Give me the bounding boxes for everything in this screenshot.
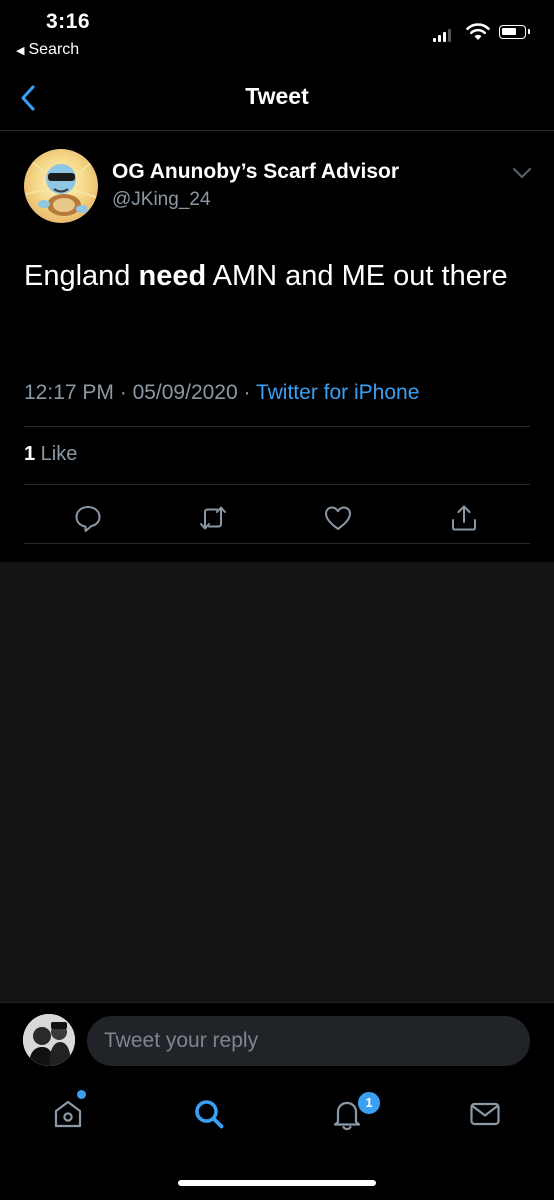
tweet-date: 05/09/2020 — [132, 381, 238, 404]
likes-count: 1 — [24, 443, 36, 465]
home-indicator[interactable] — [178, 1180, 376, 1186]
author-handle[interactable]: @JKing_24 — [112, 189, 211, 211]
tab-search[interactable] — [189, 1094, 229, 1134]
chevron-down-icon[interactable] — [512, 166, 532, 180]
tweet-source-link[interactable]: Twitter for iPhone — [256, 381, 419, 404]
meta-separator: · — [237, 381, 256, 404]
status-time: 3:16 — [46, 10, 91, 33]
tweet-time: 12:17 PM — [24, 381, 114, 404]
notification-badge: 1 — [356, 1090, 382, 1116]
author-avatar[interactable] — [24, 149, 98, 223]
tweet-meta: 12:17 PM · 05/09/2020 · Twitter for iPho… — [24, 381, 419, 405]
home-unread-dot — [77, 1090, 86, 1099]
reply-icon[interactable] — [73, 503, 103, 533]
share-icon[interactable] — [449, 503, 479, 533]
back-to-app-link[interactable]: ◀ Search — [16, 41, 79, 59]
messages-icon — [470, 1102, 500, 1126]
tweet-text-part: England — [24, 260, 139, 292]
tab-messages[interactable] — [465, 1094, 505, 1134]
page-title: Tweet — [245, 83, 309, 109]
current-user-avatar[interactable] — [23, 1014, 75, 1066]
author-name[interactable]: OG Anunoby’s Scarf Advisor — [112, 160, 399, 184]
back-app-label: Search — [28, 41, 80, 58]
home-icon — [54, 1100, 82, 1128]
nav-divider — [0, 130, 554, 131]
back-triangle-icon: ◀ — [16, 44, 25, 57]
reply-input[interactable] — [87, 1016, 530, 1066]
squirtle-avatar-icon — [25, 158, 97, 216]
tweet-text: England need AMN and ME out there — [24, 253, 524, 300]
tweet-text-bold: need — [138, 260, 207, 292]
likes-label: Like — [35, 443, 78, 465]
likes-count-link[interactable]: 1 Like — [24, 443, 77, 466]
like-icon[interactable] — [323, 503, 353, 533]
retweet-icon[interactable] — [198, 503, 228, 533]
user-photo-icon — [23, 1014, 75, 1066]
cellular-signal-icon — [433, 28, 451, 42]
empty-replies-area — [0, 562, 554, 1002]
tab-home[interactable] — [48, 1094, 88, 1134]
search-icon — [195, 1100, 224, 1129]
divider — [24, 426, 530, 427]
divider — [24, 543, 530, 544]
divider — [24, 484, 530, 485]
tweet-text-part: AMN and ME out there — [206, 260, 508, 292]
meta-separator: · — [113, 381, 133, 404]
battery-icon — [499, 25, 530, 39]
wifi-icon — [466, 23, 490, 40]
